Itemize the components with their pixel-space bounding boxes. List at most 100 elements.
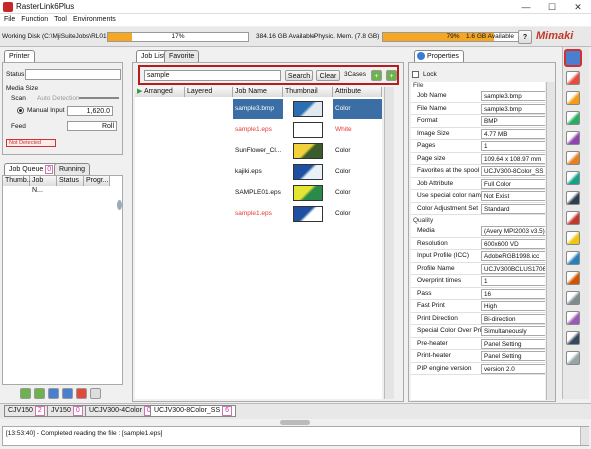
property-value[interactable]: Panel Setting xyxy=(481,351,545,361)
printer-tab-ucjv300-8color-ss[interactable]: UCJV300-8Color_SS 6 xyxy=(150,405,237,417)
printer-tab-jv150[interactable]: JV150 0 xyxy=(47,405,87,417)
property-value[interactable]: High xyxy=(481,301,545,311)
pause-icon[interactable] xyxy=(48,388,59,399)
property-value[interactable]: Not Exist xyxy=(481,191,545,201)
property-value[interactable]: version 2.0 xyxy=(481,363,545,374)
tab-running[interactable]: Running xyxy=(54,163,91,175)
job-row[interactable]: sample1.eps Color xyxy=(135,204,382,224)
jq-col-jobname[interactable]: Job N... xyxy=(30,176,57,194)
property-value[interactable]: 1 xyxy=(481,141,545,151)
manual-input-field[interactable]: 1,620.0 xyxy=(67,106,113,116)
queue-down-icon[interactable] xyxy=(34,388,45,399)
scan-slider[interactable] xyxy=(79,97,119,99)
spot-color-icon[interactable] xyxy=(566,311,580,325)
job-row[interactable]: sample3.bmp Color xyxy=(135,99,382,119)
maximize-button[interactable]: ☐ xyxy=(539,0,565,14)
manual-input-radio[interactable] xyxy=(17,107,24,114)
properties-function-icon[interactable] xyxy=(564,49,582,67)
col-job-name[interactable]: Job Name xyxy=(233,87,283,97)
ink-icon[interactable] xyxy=(566,331,580,345)
splitter-handle[interactable] xyxy=(117,200,122,210)
property-value[interactable]: UCJV300BCLUS1706C_... xyxy=(481,263,545,274)
resume-icon[interactable] xyxy=(62,388,73,399)
layout-icon[interactable] xyxy=(566,71,580,85)
clear-button[interactable]: Clear xyxy=(316,70,340,81)
property-value[interactable]: 1 xyxy=(481,276,545,286)
feed-field[interactable]: Roll xyxy=(67,121,117,131)
jq-col-progress[interactable]: Progr... xyxy=(84,176,110,186)
property-value[interactable]: Simultaneously xyxy=(481,326,545,336)
tab-job-queue[interactable]: Job Queue 0 xyxy=(4,163,59,175)
add-folder-icon[interactable]: + xyxy=(386,70,397,81)
cancel-job-icon[interactable] xyxy=(76,388,87,399)
color-collection-icon[interactable] xyxy=(566,251,580,265)
property-value[interactable]: (Avery MPI2003 v3.5) xyxy=(481,226,545,236)
queue-up-icon[interactable] xyxy=(20,388,31,399)
search-button[interactable]: Search xyxy=(285,70,313,81)
property-value[interactable]: 600x600 VD xyxy=(481,238,545,249)
tab-printer[interactable]: Printer xyxy=(4,50,35,62)
property-row: Fast Print High xyxy=(411,300,545,313)
window-title: RasterLink6Plus xyxy=(16,2,75,11)
search-input[interactable]: sample xyxy=(144,70,281,81)
col-layered[interactable]: Layered xyxy=(185,87,233,97)
add-job-icon[interactable]: + xyxy=(371,70,382,81)
property-key: Print Direction xyxy=(417,314,458,322)
property-value[interactable]: BMP xyxy=(481,116,545,126)
property-value[interactable]: 4.77 MB xyxy=(481,128,545,139)
special-plate-icon[interactable] xyxy=(566,271,580,285)
jq-col-thumb[interactable]: Thumb... xyxy=(3,176,33,186)
settings-icon[interactable] xyxy=(566,351,580,365)
menu-file[interactable]: File xyxy=(4,14,15,26)
property-value[interactable]: sample3.bmp xyxy=(481,103,545,114)
delete-job-icon[interactable] xyxy=(90,388,101,399)
menu-tool[interactable]: Tool xyxy=(54,14,67,26)
properties-scrollbar[interactable] xyxy=(546,82,555,400)
job-row[interactable]: SunFlower_Cl... Color xyxy=(135,141,382,161)
job-name-cell: sample3.bmp xyxy=(233,99,283,119)
col-arranged[interactable]: ▶ Arranged xyxy=(135,87,185,97)
property-key: Fast Print xyxy=(417,302,445,309)
property-row: Overprint times 1 xyxy=(411,275,545,288)
property-value[interactable]: Full Color xyxy=(481,178,545,189)
printer-tab-ucjv300-4color[interactable]: UCJV300-4Color 0 xyxy=(85,405,158,417)
print-cut-icon[interactable] xyxy=(566,211,580,225)
tab-properties[interactable]: Properties xyxy=(414,50,464,62)
variable-data-icon[interactable] xyxy=(566,291,580,305)
image-edit-icon[interactable] xyxy=(566,231,580,245)
step-repeat-icon[interactable] xyxy=(566,151,580,165)
help-button[interactable]: ? xyxy=(518,30,532,44)
lock-checkbox[interactable] xyxy=(412,71,419,78)
col-attribute[interactable]: Attribute xyxy=(333,87,382,97)
property-value[interactable]: AdobeRGB1998.icc xyxy=(481,251,545,261)
minimize-button[interactable]: — xyxy=(513,0,539,14)
close-button[interactable]: ✕ xyxy=(565,0,591,14)
log-scrollbar[interactable] xyxy=(580,427,589,445)
property-value[interactable]: Bi-direction xyxy=(481,313,545,324)
tiling-icon[interactable] xyxy=(566,171,580,185)
menu-function[interactable]: Function xyxy=(21,14,48,26)
tab-favorite[interactable]: Favorite xyxy=(164,50,200,62)
col-thumbnail[interactable]: Thumbnail xyxy=(283,87,333,97)
printer-tab-label: CJV150 xyxy=(8,407,33,414)
menu-environments[interactable]: Environments xyxy=(73,14,116,26)
job-edit-icon[interactable] xyxy=(566,131,580,145)
job-row[interactable]: kajiki.eps Color xyxy=(135,162,382,182)
property-value[interactable]: 16 xyxy=(481,288,545,299)
print-condition-icon[interactable] xyxy=(566,111,580,125)
property-row: Pages 1 xyxy=(411,140,545,153)
property-value[interactable]: 109.64 x 108.97 mm xyxy=(481,153,545,164)
job-row[interactable]: sample1.eps White xyxy=(135,120,382,140)
property-value[interactable]: Panel Setting xyxy=(481,338,545,349)
color-icon[interactable] xyxy=(566,91,580,105)
property-value[interactable]: sample3.bmp xyxy=(481,91,545,101)
property-value[interactable]: UCJV300-8Color_SS xyxy=(481,166,545,176)
cut-icon[interactable] xyxy=(566,191,580,205)
log-splitter[interactable] xyxy=(280,420,310,425)
job-list-scrollbar[interactable] xyxy=(384,87,394,399)
jq-col-status[interactable]: Status xyxy=(57,176,84,186)
property-row: Profile Name UCJV300BCLUS1706C_... xyxy=(411,263,545,275)
property-value[interactable]: Standard xyxy=(481,203,545,214)
printer-tab-cjv150[interactable]: CJV150 2 xyxy=(4,405,49,417)
job-row[interactable]: SAMPLE01.eps Color xyxy=(135,183,382,203)
